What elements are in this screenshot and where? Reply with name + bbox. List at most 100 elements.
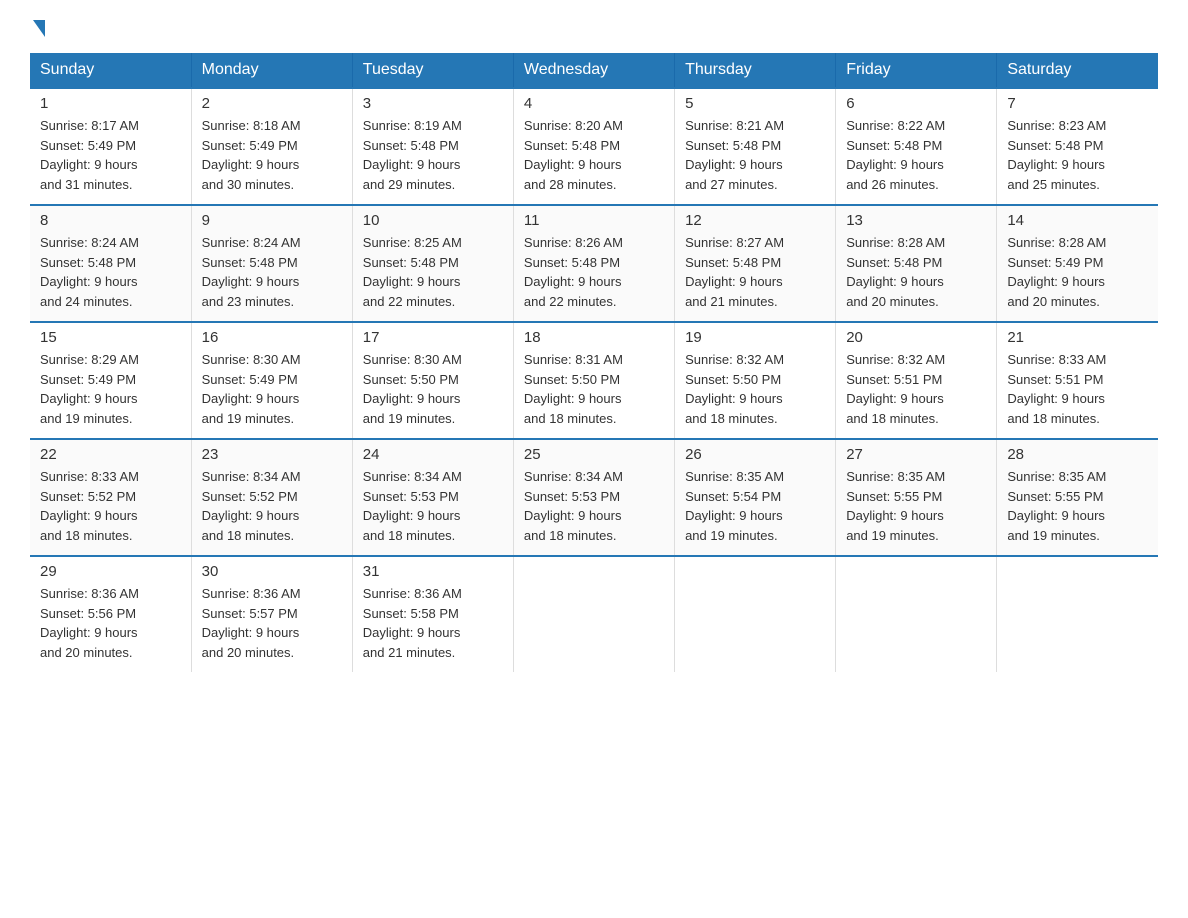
calendar-cell: 5Sunrise: 8:21 AMSunset: 5:48 PMDaylight… [675,88,836,205]
logo [30,20,45,33]
day-number: 7 [1007,95,1148,112]
day-number: 27 [846,446,986,463]
calendar-header: Sunday Monday Tuesday Wednesday Thursday… [30,53,1158,88]
day-number: 23 [202,446,342,463]
day-number: 18 [524,329,664,346]
col-wednesday: Wednesday [513,53,674,88]
calendar-cell: 10 Sunrise: 8:25 AMSunset: 5:48 PMDayligh… [352,205,513,322]
day-number: 29 [40,563,181,580]
day-info: Sunrise: 8:18 AMSunset: 5:49 PMDaylight:… [202,116,342,194]
calendar-cell: 26 Sunrise: 8:35 AMSunset: 5:54 PMDayligh… [675,439,836,556]
day-number: 12 [685,212,825,229]
calendar-cell: 25 Sunrise: 8:34 AMSunset: 5:53 PMDayligh… [513,439,674,556]
calendar-cell: 22Sunrise: 8:33 AMSunset: 5:52 PMDayligh… [30,439,191,556]
day-info: Sunrise: 8:32 AMSunset: 5:51 PMDaylight:… [846,350,986,428]
day-number: 13 [846,212,986,229]
day-number: 26 [685,446,825,463]
day-info: Sunrise: 8:35 AMSunset: 5:55 PMDaylight:… [1007,467,1148,545]
calendar-cell: 9 Sunrise: 8:24 AMSunset: 5:48 PMDaylight… [191,205,352,322]
calendar-week-row: 1 Sunrise: 8:17 AMSunset: 5:49 PMDaylight… [30,88,1158,205]
calendar-week-row: 15 Sunrise: 8:29 AMSunset: 5:49 PMDayligh… [30,322,1158,439]
day-info: Sunrise: 8:24 AMSunset: 5:48 PMDaylight:… [40,233,181,311]
day-info: Sunrise: 8:35 AMSunset: 5:54 PMDaylight:… [685,467,825,545]
calendar-cell: 27 Sunrise: 8:35 AMSunset: 5:55 PMDayligh… [836,439,997,556]
day-number: 30 [202,563,342,580]
day-info: Sunrise: 8:33 AMSunset: 5:51 PMDaylight:… [1007,350,1148,428]
calendar-cell: 13Sunrise: 8:28 AMSunset: 5:48 PMDayligh… [836,205,997,322]
calendar-body: 1 Sunrise: 8:17 AMSunset: 5:49 PMDaylight… [30,88,1158,672]
calendar-cell: 12 Sunrise: 8:27 AMSunset: 5:48 PMDayligh… [675,205,836,322]
calendar-cell: 6 Sunrise: 8:22 AMSunset: 5:48 PMDaylight… [836,88,997,205]
day-number: 16 [202,329,342,346]
day-number: 22 [40,446,181,463]
day-info: Sunrise: 8:30 AMSunset: 5:50 PMDaylight:… [363,350,503,428]
day-info: Sunrise: 8:20 AMSunset: 5:48 PMDaylight:… [524,116,664,194]
day-number: 1 [40,95,181,112]
day-info: Sunrise: 8:26 AMSunset: 5:48 PMDaylight:… [524,233,664,311]
day-number: 31 [363,563,503,580]
day-info: Sunrise: 8:30 AMSunset: 5:49 PMDaylight:… [202,350,342,428]
calendar-cell: 30 Sunrise: 8:36 AMSunset: 5:57 PMDayligh… [191,556,352,672]
col-thursday: Thursday [675,53,836,88]
day-info: Sunrise: 8:28 AMSunset: 5:49 PMDaylight:… [1007,233,1148,311]
day-number: 11 [524,212,664,229]
calendar-cell: 21 Sunrise: 8:33 AMSunset: 5:51 PMDayligh… [997,322,1158,439]
day-info: Sunrise: 8:35 AMSunset: 5:55 PMDaylight:… [846,467,986,545]
day-number: 21 [1007,329,1148,346]
calendar-week-row: 8 Sunrise: 8:24 AMSunset: 5:48 PMDaylight… [30,205,1158,322]
calendar-cell: 11 Sunrise: 8:26 AMSunset: 5:48 PMDayligh… [513,205,674,322]
col-monday: Monday [191,53,352,88]
calendar-week-row: 29 Sunrise: 8:36 AMSunset: 5:56 PMDayligh… [30,556,1158,672]
day-number: 3 [363,95,503,112]
calendar-cell: 18 Sunrise: 8:31 AMSunset: 5:50 PMDayligh… [513,322,674,439]
calendar-cell: 15 Sunrise: 8:29 AMSunset: 5:49 PMDayligh… [30,322,191,439]
calendar-cell: 24 Sunrise: 8:34 AMSunset: 5:53 PMDayligh… [352,439,513,556]
day-number: 25 [524,446,664,463]
day-number: 9 [202,212,342,229]
day-info: Sunrise: 8:17 AMSunset: 5:49 PMDaylight:… [40,116,181,194]
day-info: Sunrise: 8:24 AMSunset: 5:48 PMDaylight:… [202,233,342,311]
day-info: Sunrise: 8:23 AMSunset: 5:48 PMDaylight:… [1007,116,1148,194]
calendar-cell: 31Sunrise: 8:36 AMSunset: 5:58 PMDayligh… [352,556,513,672]
day-number: 5 [685,95,825,112]
day-info: Sunrise: 8:27 AMSunset: 5:48 PMDaylight:… [685,233,825,311]
calendar-cell: 8 Sunrise: 8:24 AMSunset: 5:48 PMDaylight… [30,205,191,322]
day-info: Sunrise: 8:31 AMSunset: 5:50 PMDaylight:… [524,350,664,428]
calendar-cell: 2Sunrise: 8:18 AMSunset: 5:49 PMDaylight… [191,88,352,205]
calendar-table: Sunday Monday Tuesday Wednesday Thursday… [30,53,1158,672]
day-info: Sunrise: 8:34 AMSunset: 5:52 PMDaylight:… [202,467,342,545]
day-number: 28 [1007,446,1148,463]
calendar-cell [836,556,997,672]
calendar-cell: 28 Sunrise: 8:35 AMSunset: 5:55 PMDayligh… [997,439,1158,556]
calendar-cell: 4 Sunrise: 8:20 AMSunset: 5:48 PMDaylight… [513,88,674,205]
calendar-cell: 7 Sunrise: 8:23 AMSunset: 5:48 PMDaylight… [997,88,1158,205]
calendar-cell: 20 Sunrise: 8:32 AMSunset: 5:51 PMDayligh… [836,322,997,439]
day-info: Sunrise: 8:36 AMSunset: 5:57 PMDaylight:… [202,584,342,662]
day-number: 14 [1007,212,1148,229]
day-number: 4 [524,95,664,112]
day-number: 10 [363,212,503,229]
calendar-cell: 23 Sunrise: 8:34 AMSunset: 5:52 PMDayligh… [191,439,352,556]
day-number: 15 [40,329,181,346]
calendar-cell: 3Sunrise: 8:19 AMSunset: 5:48 PMDaylight… [352,88,513,205]
day-info: Sunrise: 8:36 AMSunset: 5:56 PMDaylight:… [40,584,181,662]
calendar-cell [675,556,836,672]
calendar-cell: 29 Sunrise: 8:36 AMSunset: 5:56 PMDayligh… [30,556,191,672]
day-number: 24 [363,446,503,463]
col-tuesday: Tuesday [352,53,513,88]
day-info: Sunrise: 8:25 AMSunset: 5:48 PMDaylight:… [363,233,503,311]
day-number: 6 [846,95,986,112]
day-info: Sunrise: 8:34 AMSunset: 5:53 PMDaylight:… [363,467,503,545]
calendar-cell: 17Sunrise: 8:30 AMSunset: 5:50 PMDayligh… [352,322,513,439]
col-saturday: Saturday [997,53,1158,88]
page-header [30,20,1158,33]
day-number: 19 [685,329,825,346]
day-info: Sunrise: 8:29 AMSunset: 5:49 PMDaylight:… [40,350,181,428]
day-number: 8 [40,212,181,229]
day-info: Sunrise: 8:22 AMSunset: 5:48 PMDaylight:… [846,116,986,194]
calendar-cell [513,556,674,672]
calendar-week-row: 22Sunrise: 8:33 AMSunset: 5:52 PMDayligh… [30,439,1158,556]
day-info: Sunrise: 8:34 AMSunset: 5:53 PMDaylight:… [524,467,664,545]
day-number: 20 [846,329,986,346]
header-row: Sunday Monday Tuesday Wednesday Thursday… [30,53,1158,88]
